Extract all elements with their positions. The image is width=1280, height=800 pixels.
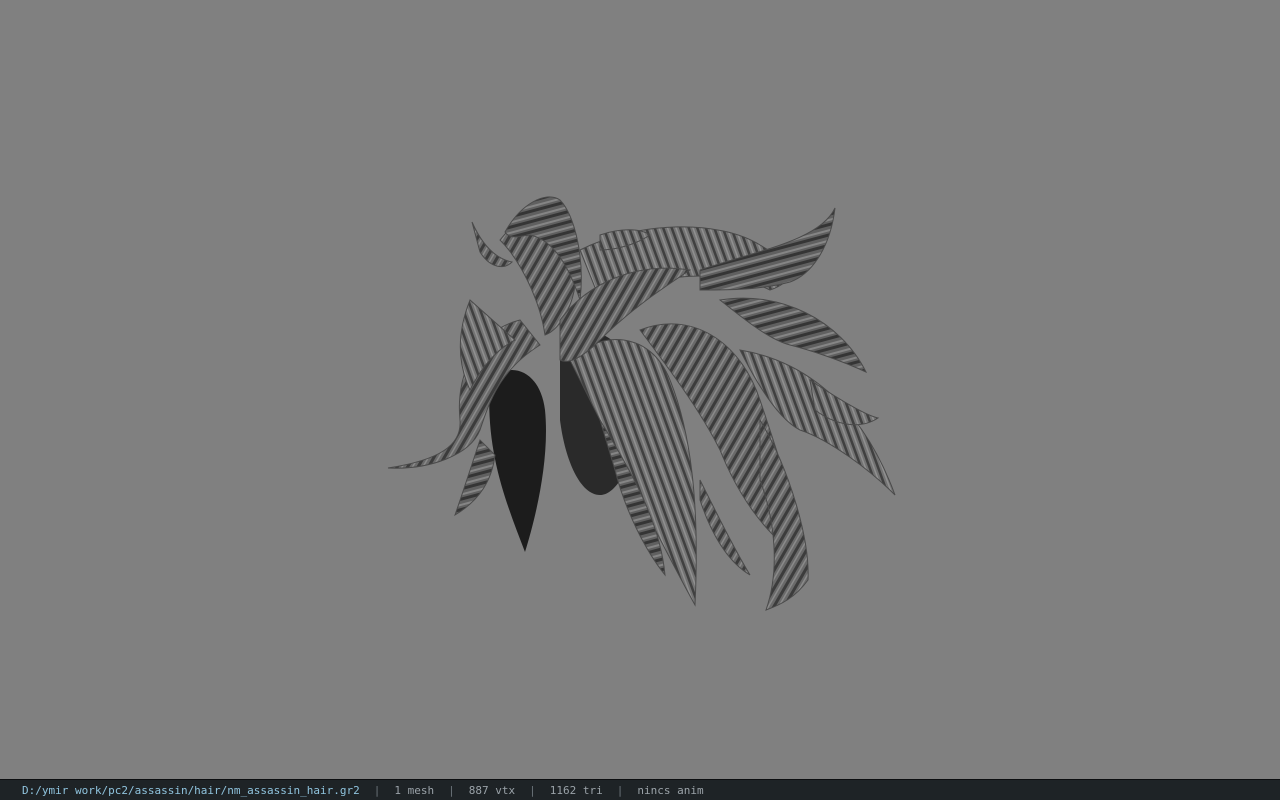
3d-viewport[interactable] (0, 0, 1280, 779)
triangle-count: 1162 tri (549, 783, 603, 797)
separator: | (616, 783, 624, 797)
file-path: D:/ymir work/pc2/assassin/hair/nm_assass… (22, 783, 360, 797)
status-bar: D:/ymir work/pc2/assassin/hair/nm_assass… (0, 779, 1280, 800)
mesh-count: 1 mesh (394, 783, 435, 797)
separator: | (448, 783, 455, 797)
hair-strands-front (569, 297, 896, 611)
animation-status: nincs anim (637, 783, 704, 797)
separator: | (529, 783, 536, 797)
separator: | (373, 783, 381, 797)
hair-model-render[interactable] (0, 0, 1280, 779)
vertex-count: 887 vtx (468, 783, 516, 797)
